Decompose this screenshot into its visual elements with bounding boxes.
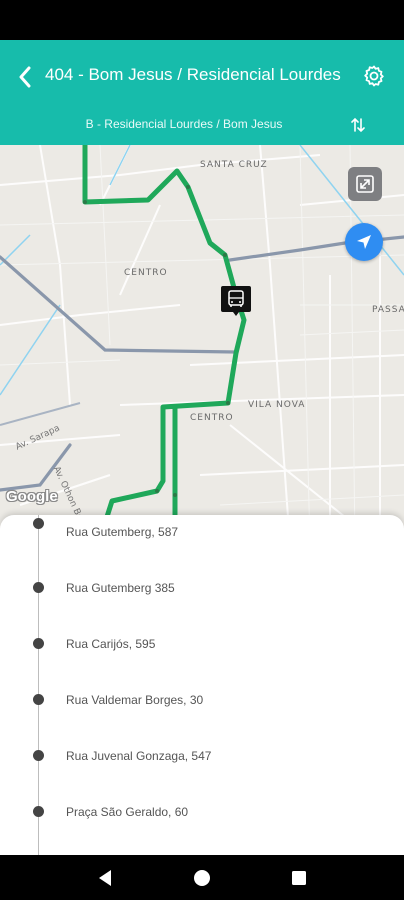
list-item[interactable]: Rua Juvenal Gonzaga, 547 — [0, 741, 404, 771]
gear-icon — [364, 65, 384, 87]
stop-dot — [33, 750, 44, 761]
app-bar: 404 - Bom Jesus / Residencial Lourdes B … — [0, 40, 404, 145]
my-location-button[interactable] — [345, 223, 383, 261]
google-logo: Google — [6, 488, 58, 505]
route-line — [82, 145, 247, 545]
back-triangle-icon — [99, 870, 111, 886]
list-item[interactable]: Rua Gutemberg, 587 — [0, 517, 404, 547]
stop-dot — [33, 806, 44, 817]
map-label-passa: PASSA — [372, 305, 404, 315]
route-map[interactable]: SANTA CRUZ CENTRO CENTRO VILA NOVA PASSA… — [0, 145, 404, 545]
navigation-arrow-icon — [357, 235, 371, 249]
stop-dot — [33, 638, 44, 649]
stop-label: Rua Gutemberg, 587 — [66, 525, 179, 539]
list-item[interactable]: Praça São Geraldo, 60 — [0, 797, 404, 827]
expand-map-button[interactable] — [348, 167, 382, 201]
settings-button[interactable] — [359, 61, 389, 91]
swap-direction-button[interactable] — [346, 113, 370, 137]
nav-recents-button[interactable] — [286, 865, 312, 891]
list-item[interactable]: Rua Carijós, 595 — [0, 629, 404, 659]
recents-square-icon — [292, 871, 306, 885]
bus-icon — [221, 286, 251, 316]
map-label-centro-2: CENTRO — [190, 413, 234, 423]
expand-icon — [356, 175, 374, 193]
stop-label: Rua Juvenal Gonzaga, 547 — [66, 749, 212, 763]
bus-marker[interactable] — [220, 285, 252, 317]
chevron-left-icon — [19, 66, 31, 88]
back-button[interactable] — [10, 62, 40, 92]
stop-label: Rua Valdemar Borges, 30 — [66, 693, 204, 707]
status-bar — [0, 0, 404, 40]
direction-label: B - Residencial Lourdes / Bom Jesus — [85, 117, 283, 131]
map-label-vila-nova: VILA NOVA — [248, 400, 306, 410]
nav-back-button[interactable] — [92, 865, 118, 891]
home-circle-icon — [194, 870, 210, 886]
stop-label: Praça São Geraldo, 60 — [66, 805, 189, 819]
swap-vertical-icon — [351, 117, 365, 133]
stop-dot — [33, 694, 44, 705]
system-nav-bar — [0, 855, 404, 900]
list-item[interactable]: Rua Gutemberg 385 — [0, 573, 404, 603]
page-title: 404 - Bom Jesus / Residencial Lourdes — [45, 65, 341, 84]
map-label-santa-cruz: SANTA CRUZ — [200, 160, 268, 170]
list-item[interactable]: Rua Valdemar Borges, 30 — [0, 685, 404, 715]
stops-sheet[interactable]: Rua Gutemberg, 587 Rua Gutemberg 385 Rua… — [0, 515, 404, 855]
nav-home-button[interactable] — [189, 865, 215, 891]
stop-label: Rua Gutemberg 385 — [66, 581, 175, 595]
stop-dot — [33, 582, 44, 593]
map-label-centro: CENTRO — [124, 268, 168, 278]
stop-label: Rua Carijós, 595 — [66, 637, 156, 651]
stop-dot — [33, 518, 44, 529]
